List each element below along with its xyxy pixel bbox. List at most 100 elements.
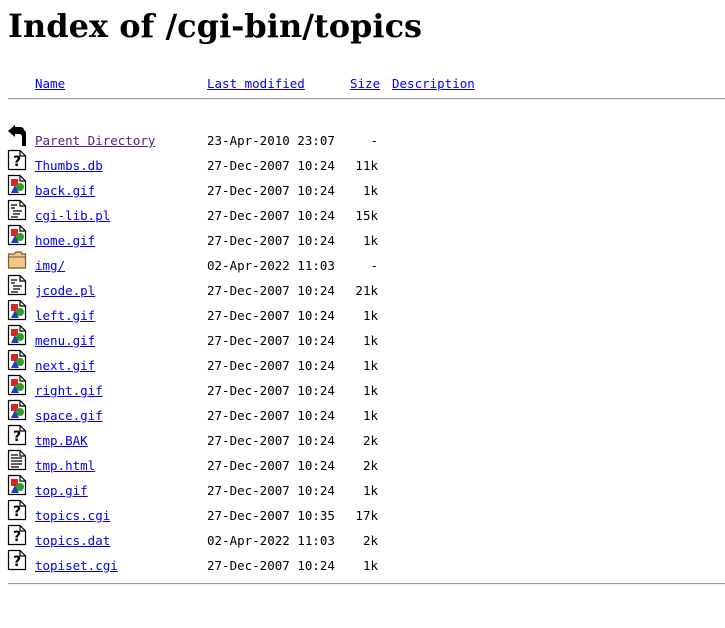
file-size-value: 1k <box>362 333 378 348</box>
last-modified-value: 27-Dec-2007 10:24 <box>207 433 335 448</box>
file-name-link[interactable]: space.gif <box>35 408 103 424</box>
last-modified-value: 27-Dec-2007 10:35 <box>207 508 335 523</box>
file-size-value: - <box>370 258 378 273</box>
file-size-value: 1k <box>362 558 378 573</box>
svg-text:?: ? <box>13 429 21 445</box>
file-name-link[interactable]: cgi-lib.pl <box>35 208 110 224</box>
last-modified-value: 27-Dec-2007 10:24 <box>207 408 335 423</box>
file-name-link[interactable]: next.gif <box>35 358 95 374</box>
last-modified-value: 27-Dec-2007 10:24 <box>207 233 335 248</box>
file-size-value: 1k <box>362 233 378 248</box>
file-name-link[interactable]: menu.gif <box>35 333 95 349</box>
image-file-icon <box>7 324 27 346</box>
last-modified-value: 23-Apr-2010 23:07 <box>207 133 335 148</box>
file-row: home.gif 27-Dec-2007 10:24 1k <box>0 224 725 258</box>
svg-text:?: ? <box>13 154 21 170</box>
file-name-link[interactable]: back.gif <box>35 183 95 199</box>
file-size-value: 2k <box>362 433 378 448</box>
listing-header: Name Last modified Size Description <box>0 76 725 92</box>
script-file-icon <box>7 199 27 221</box>
sort-by-name-link[interactable]: Name <box>35 76 65 92</box>
file-row: img/02-Apr-2022 11:03 - <box>0 251 725 283</box>
file-size-value: 1k <box>362 383 378 398</box>
image-file-icon <box>7 474 27 496</box>
last-modified-value: 27-Dec-2007 10:24 <box>207 458 335 473</box>
image-file-icon <box>7 299 27 321</box>
script-file-icon <box>7 274 27 296</box>
top-divider <box>8 98 725 100</box>
file-size-value: 1k <box>362 483 378 498</box>
unknown-file-icon: ? <box>7 549 27 571</box>
file-row: tmp.html 27-Dec-2007 10:24 2k <box>0 449 725 483</box>
file-name-link[interactable]: img/ <box>35 258 65 274</box>
last-modified-value: 27-Dec-2007 10:24 <box>207 333 335 348</box>
image-file-icon <box>7 174 27 196</box>
text-file-icon <box>7 449 27 471</box>
file-name-link[interactable]: tmp.BAK <box>35 433 88 449</box>
last-modified-value: 27-Dec-2007 10:24 <box>207 308 335 323</box>
file-size-value: 15k <box>355 208 378 223</box>
parent-directory-link[interactable]: Parent Directory <box>35 133 155 149</box>
file-size-value: 2k <box>362 533 378 548</box>
file-row: right.gif 27-Dec-2007 10:24 1k <box>0 374 725 408</box>
file-size-value: 1k <box>362 358 378 373</box>
last-modified-value: 27-Dec-2007 10:24 <box>207 208 335 223</box>
file-row: ? tmp.BAK 27-Dec-2007 10:24 2k <box>0 424 725 458</box>
file-row: space.gif 27-Dec-2007 10:24 1k <box>0 399 725 433</box>
file-row: left.gif 27-Dec-2007 10:24 1k <box>0 299 725 333</box>
image-file-icon <box>7 374 27 396</box>
last-modified-value: 27-Dec-2007 10:24 <box>207 283 335 298</box>
unknown-file-icon: ? <box>7 424 27 446</box>
file-name-link[interactable]: home.gif <box>35 233 95 249</box>
file-name-link[interactable]: topics.dat <box>35 533 110 549</box>
file-name-link[interactable]: jcode.pl <box>35 283 95 299</box>
file-name-link[interactable]: topics.cgi <box>35 508 110 524</box>
file-row: cgi-lib.pl 27-Dec-2007 10:24 15k <box>0 199 725 233</box>
file-row: menu.gif 27-Dec-2007 10:24 1k <box>0 324 725 358</box>
file-size-value: 1k <box>362 408 378 423</box>
image-file-icon <box>7 399 27 421</box>
folder-icon <box>7 251 27 269</box>
file-row: next.gif 27-Dec-2007 10:24 1k <box>0 349 725 383</box>
unknown-file-icon: ? <box>7 499 27 521</box>
file-name-link[interactable]: left.gif <box>35 308 95 324</box>
page-title: Index of /cgi-bin/topics <box>8 7 423 45</box>
unknown-file-icon: ? <box>7 524 27 546</box>
sort-by-last-modified-link[interactable]: Last modified <box>207 76 305 92</box>
unknown-file-icon: ? <box>7 149 27 171</box>
file-size-value: 21k <box>355 283 378 298</box>
file-row: ? topiset.cgi 27-Dec-2007 10:24 1k <box>0 549 725 583</box>
file-name-link[interactable]: top.gif <box>35 483 88 499</box>
file-name-link[interactable]: right.gif <box>35 383 103 399</box>
file-size-value: 1k <box>362 308 378 323</box>
file-row: top.gif 27-Dec-2007 10:24 1k <box>0 474 725 508</box>
file-size-value: 11k <box>355 158 378 173</box>
file-name-link[interactable]: Thumbs.db <box>35 158 103 174</box>
file-row: ? Thumbs.db 27-Dec-2007 10:24 11k <box>0 149 725 183</box>
file-size-value: - <box>370 133 378 148</box>
file-size-value: 17k <box>355 508 378 523</box>
bottom-divider <box>8 583 725 585</box>
last-modified-value: 27-Dec-2007 10:24 <box>207 158 335 173</box>
last-modified-value: 27-Dec-2007 10:24 <box>207 483 335 498</box>
last-modified-value: 27-Dec-2007 10:24 <box>207 183 335 198</box>
last-modified-value: 27-Dec-2007 10:24 <box>207 558 335 573</box>
last-modified-value: 27-Dec-2007 10:24 <box>207 358 335 373</box>
sort-by-description-link[interactable]: Description <box>392 76 475 92</box>
svg-text:?: ? <box>13 504 21 520</box>
svg-text:?: ? <box>13 529 21 545</box>
file-row: back.gif 27-Dec-2007 10:24 1k <box>0 174 725 208</box>
parent-directory-row: Parent Directory 23-Apr-2010 23:07 - <box>0 125 725 158</box>
back-icon <box>8 125 26 146</box>
file-name-link[interactable]: topiset.cgi <box>35 558 118 574</box>
file-name-link[interactable]: tmp.html <box>35 458 95 474</box>
file-row: jcode.pl 27-Dec-2007 10:24 21k <box>0 274 725 308</box>
last-modified-value: 02-Apr-2022 11:03 <box>207 533 335 548</box>
image-file-icon <box>7 224 27 246</box>
file-size-value: 2k <box>362 458 378 473</box>
sort-by-size-link[interactable]: Size <box>350 76 380 92</box>
file-row: ? topics.cgi 27-Dec-2007 10:35 17k <box>0 499 725 533</box>
svg-text:?: ? <box>13 554 21 570</box>
file-row: ? topics.dat 02-Apr-2022 11:03 2k <box>0 524 725 558</box>
file-size-value: 1k <box>362 183 378 198</box>
